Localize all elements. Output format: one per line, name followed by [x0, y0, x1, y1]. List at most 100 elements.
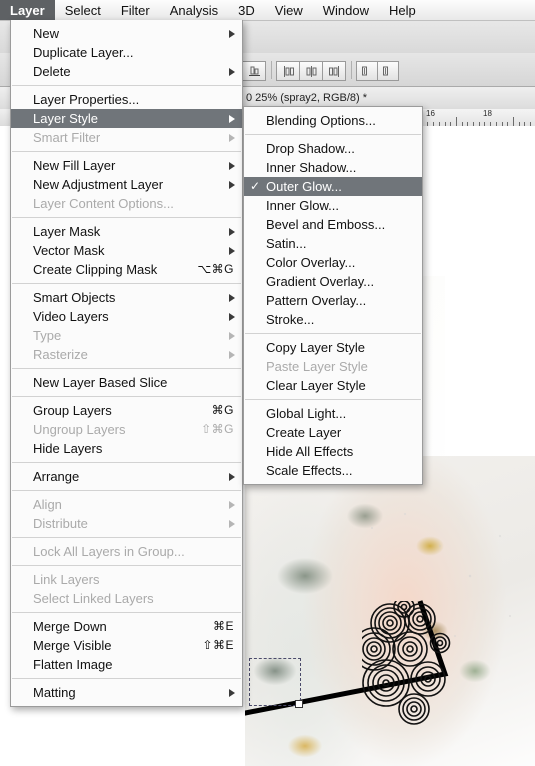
submenu-arrow-icon — [229, 180, 235, 189]
menu-item-matting[interactable]: Matting — [11, 683, 242, 702]
menu-item-video-layers[interactable]: Video Layers — [11, 307, 242, 326]
menu-item-shortcut: ⌘G — [211, 403, 234, 417]
menu-item-layer-content-options: Layer Content Options... — [11, 194, 242, 213]
menu-item-label: Vector Mask — [33, 243, 105, 258]
submenu-item-pattern-overlay[interactable]: Pattern Overlay... — [244, 291, 422, 310]
submenu-item-blending-options[interactable]: Blending Options... — [244, 111, 422, 130]
menu-separator — [12, 678, 241, 679]
menu-item-align: Align — [11, 495, 242, 514]
menu-separator — [12, 537, 241, 538]
submenu-item-clear-layer-style[interactable]: Clear Layer Style — [244, 376, 422, 395]
menu-item-label: Select Linked Layers — [33, 591, 154, 606]
menubar-item-filter[interactable]: Filter — [111, 0, 160, 20]
menu-item-shortcut: ⌘E — [212, 619, 234, 633]
menu-separator — [12, 396, 241, 397]
submenu-arrow-icon — [229, 29, 235, 38]
menu-item-layer-style[interactable]: Layer Style — [11, 109, 242, 128]
menu-separator — [12, 565, 241, 566]
submenu-arrow-icon — [229, 133, 235, 142]
menu-item-merge-visible[interactable]: Merge Visible ⇧⌘E — [11, 636, 242, 655]
menu-item-new-fill-layer[interactable]: New Fill Layer — [11, 156, 242, 175]
menu-separator — [12, 217, 241, 218]
menu-item-label: Smart Objects — [33, 290, 116, 305]
menu-item-smart-objects[interactable]: Smart Objects — [11, 288, 242, 307]
menu-separator — [12, 283, 241, 284]
menu-item-new-layer-based-slice[interactable]: New Layer Based Slice — [11, 373, 242, 392]
submenu-item-satin[interactable]: Satin... — [244, 234, 422, 253]
submenu-arrow-icon — [229, 519, 235, 528]
menubar-item-view[interactable]: View — [265, 0, 313, 20]
menu-item-label: Smart Filter — [33, 130, 101, 145]
menu-item-label: New Fill Layer — [33, 158, 116, 173]
transform-handle[interactable] — [295, 700, 303, 708]
menu-item-label: Merge Down — [33, 619, 107, 634]
submenu-item-global-light[interactable]: Global Light... — [244, 404, 422, 423]
submenu-item-stroke[interactable]: Stroke... — [244, 310, 422, 329]
menu-item-label: Delete — [33, 64, 71, 79]
auto-blend-layers-icon[interactable] — [377, 61, 399, 81]
menu-item-label: Rasterize — [33, 347, 88, 362]
menu-item-distribute: Distribute — [11, 514, 242, 533]
distribute-right-edges-icon[interactable] — [322, 61, 346, 81]
ruler-label-16: 16 — [426, 109, 435, 118]
menu-item-shortcut: ⇧⌘G — [201, 422, 234, 436]
submenu-arrow-icon — [229, 293, 235, 302]
menu-item-merge-down[interactable]: Merge Down ⌘E — [11, 617, 242, 636]
submenu-item-create-layer[interactable]: Create Layer — [244, 423, 422, 442]
menu-item-rasterize: Rasterize — [11, 345, 242, 364]
menu-item-new-adjustment-layer[interactable]: New Adjustment Layer — [11, 175, 242, 194]
menubar-item-layer[interactable]: Layer — [0, 0, 55, 20]
submenu-item-inner-shadow[interactable]: Inner Shadow... — [244, 158, 422, 177]
submenu-arrow-icon — [229, 67, 235, 76]
menu-item-lock-all-layers-in-group: Lock All Layers in Group... — [11, 542, 242, 561]
distribute-left-edges-icon[interactable] — [276, 61, 300, 81]
menu-item-label: Paste Layer Style — [266, 359, 368, 374]
submenu-item-gradient-overlay[interactable]: Gradient Overlay... — [244, 272, 422, 291]
menu-item-type: Type — [11, 326, 242, 345]
menubar-item-window[interactable]: Window — [313, 0, 379, 20]
menu-item-layer-mask[interactable]: Layer Mask — [11, 222, 242, 241]
distribute-horizontal-centers-icon[interactable] — [299, 61, 323, 81]
menubar-item-help[interactable]: Help — [379, 0, 426, 20]
submenu-item-color-overlay[interactable]: Color Overlay... — [244, 253, 422, 272]
menu-separator — [12, 85, 241, 86]
submenu-item-hide-all-effects[interactable]: Hide All Effects — [244, 442, 422, 461]
menu-item-hide-layers[interactable]: Hide Layers — [11, 439, 242, 458]
menu-item-group-layers[interactable]: Group Layers ⌘G — [11, 401, 242, 420]
submenu-item-bevel-and-emboss[interactable]: Bevel and Emboss... — [244, 215, 422, 234]
submenu-item-copy-layer-style[interactable]: Copy Layer Style — [244, 338, 422, 357]
submenu-item-outer-glow[interactable]: ✓ Outer Glow... — [244, 177, 422, 196]
submenu-arrow-icon — [229, 331, 235, 340]
menubar-item-analysis[interactable]: Analysis — [160, 0, 228, 20]
menu-item-label: Create Layer — [266, 425, 342, 440]
submenu-item-inner-glow[interactable]: Inner Glow... — [244, 196, 422, 215]
menu-item-delete[interactable]: Delete — [11, 62, 242, 81]
menu-item-label: Hide All Effects — [266, 444, 354, 459]
menu-item-ungroup-layers: Ungroup Layers ⇧⌘G — [11, 420, 242, 439]
menu-item-label: Stroke... — [266, 312, 315, 327]
menu-item-create-clipping-mask[interactable]: Create Clipping Mask ⌥⌘G — [11, 260, 242, 279]
menu-item-layer-properties[interactable]: Layer Properties... — [11, 90, 242, 109]
menu-item-label: Scale Effects... — [266, 463, 353, 478]
auto-align-layers-icon[interactable] — [356, 61, 378, 81]
align-bottom-edges-icon[interactable] — [242, 61, 266, 81]
menu-item-label: Type — [33, 328, 62, 343]
submenu-item-scale-effects[interactable]: Scale Effects... — [244, 461, 422, 480]
menu-item-new[interactable]: New — [11, 24, 242, 43]
menu-item-label: Gradient Overlay... — [266, 274, 375, 289]
selection-marquee[interactable] — [249, 658, 303, 708]
ruler-label-18: 18 — [483, 109, 492, 118]
menu-item-arrange[interactable]: Arrange — [11, 467, 242, 486]
menu-item-label: Layer Content Options... — [33, 196, 174, 211]
menubar-item-3d[interactable]: 3D — [228, 0, 265, 20]
menu-item-duplicate-layer[interactable]: Duplicate Layer... — [11, 43, 242, 62]
menubar-item-select[interactable]: Select — [55, 0, 111, 20]
menu-item-label: Merge Visible — [33, 638, 112, 653]
submenu-arrow-icon — [229, 114, 235, 123]
menu-item-label: Global Light... — [266, 406, 347, 421]
menu-item-flatten-image[interactable]: Flatten Image — [11, 655, 242, 674]
submenu-item-drop-shadow[interactable]: Drop Shadow... — [244, 139, 422, 158]
submenu-arrow-icon — [229, 312, 235, 321]
submenu-arrow-icon — [229, 500, 235, 509]
menu-item-vector-mask[interactable]: Vector Mask — [11, 241, 242, 260]
